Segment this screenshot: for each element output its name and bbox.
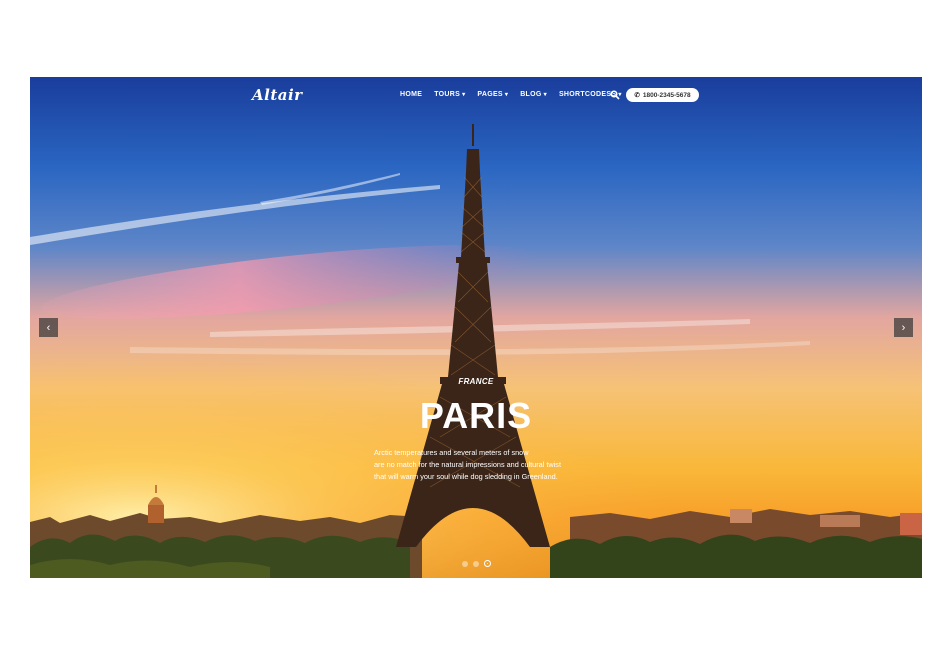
phone-icon: ✆ [634,92,640,99]
slide-description-line: are no match for the natural impressions… [374,460,561,469]
slide-country: FRANCE [458,377,494,386]
slider-prev-button[interactable]: ‹ [39,318,58,337]
phone-number: 1800-2345-5678 [642,91,691,99]
nav-tours-label: TOURS [434,91,461,98]
main-nav: HOME TOURS ▾ PAGES ▾ BLOG ▾ SHORTCODESS ▾ [400,91,622,98]
nav-blog-label: BLOG [520,91,542,98]
phone-button[interactable]: ✆ 1800-2345-5678 [626,88,699,102]
nav-tours[interactable]: TOURS ▾ [434,91,465,98]
slider-next-button[interactable]: › [894,318,913,337]
site-logo[interactable]: Altair [252,86,303,104]
chevron-right-icon: › [901,321,906,334]
slider-pagination [462,560,491,567]
nav-shortcodess-label: SHORTCODESS [558,91,617,98]
nav-home-label: HOME [400,91,423,98]
slider-dot-2[interactable] [473,560,479,567]
slide-city-title: PARIS [419,395,533,436]
nav-home[interactable]: HOME [400,91,422,98]
slider-dot-1[interactable] [462,560,468,567]
slider-dot-3-active[interactable] [484,560,491,567]
nav-pages-label: PAGES [477,91,503,98]
nav-blog[interactable]: BLOG ▾ [520,91,547,98]
slide-description-line: that will warm your soul while dog sledd… [374,472,558,481]
hero-slider: Altair HOME TOURS ▾ PAGES ▾ BLOG ▾ SHORTCOD… [30,77,922,578]
search-icon[interactable] [610,90,620,100]
chevron-left-icon: ‹ [46,321,51,334]
chevron-down-icon: ▾ [543,92,547,98]
hero-background-image [30,124,922,578]
nav-pages[interactable]: PAGES ▾ [477,91,508,98]
top-navigation-bar: Altair HOME TOURS ▾ PAGES ▾ BLOG ▾ SHORTCOD… [30,77,922,117]
chevron-down-icon: ▾ [504,92,509,98]
slide-description-line: Arctic temperatures and several meters o… [374,448,529,457]
slide-description: Arctic temperatures and several meters o… [374,447,584,483]
chevron-down-icon: ▾ [462,92,466,98]
